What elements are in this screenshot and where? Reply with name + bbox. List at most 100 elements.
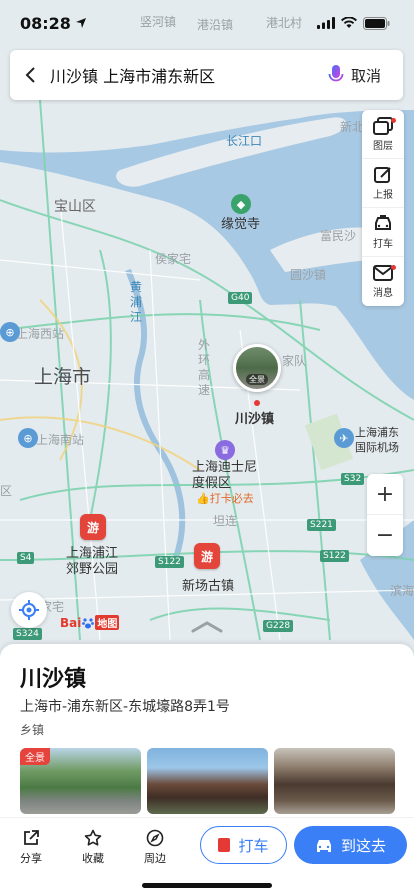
photo-thumbnail[interactable]: 全景 <box>20 748 141 814</box>
back-button[interactable] <box>10 50 50 100</box>
nearby-label: 周边 <box>144 852 166 865</box>
airport-icon[interactable]: ✈ <box>334 428 354 448</box>
cellular-signal-icon <box>317 17 335 29</box>
photo-thumbnail[interactable] <box>274 748 395 814</box>
search-bar[interactable]: 川沙镇 上海市浦东新区 取消 <box>10 50 403 100</box>
tool-report[interactable]: 上报 <box>362 159 404 208</box>
logo-text-bai: Bai <box>60 615 82 630</box>
road-badge: G40 <box>228 292 253 304</box>
temple-poi-icon[interactable]: ◆ <box>231 194 251 214</box>
map-label-tanlian: 坦连 <box>213 514 238 528</box>
compass-icon <box>146 829 164 847</box>
nearby-button[interactable]: 周边 <box>124 829 186 866</box>
map-label-shanghai: 上海市 <box>34 366 92 388</box>
tool-messages[interactable]: 消息 <box>362 257 404 306</box>
action-bar: 分享 收藏 周边 打车 到这去 <box>0 817 414 877</box>
travel-poi-icon[interactable]: 游 <box>80 514 106 540</box>
chevron-left-icon <box>25 67 35 83</box>
map-label-yuanjue: 缘觉寺 <box>221 217 261 232</box>
zoom-out-button[interactable]: − <box>367 515 403 556</box>
navigate-button-label: 到这去 <box>340 836 386 855</box>
location-arrow-icon <box>75 18 86 28</box>
road-badge: S221 <box>307 519 336 531</box>
zoom-control: + − <box>367 474 403 556</box>
park-poi-icon[interactable]: ♛ <box>215 440 235 460</box>
panorama-tag: 全景 <box>20 748 50 765</box>
map-tools-panel: 图层 上报 打车 消息 <box>362 110 404 306</box>
message-icon <box>373 265 393 281</box>
taxi-badge-icon <box>218 838 231 852</box>
tool-taxi[interactable]: 打车 <box>362 208 404 257</box>
cancel-button[interactable]: 取消 <box>351 65 403 86</box>
map-label-chuansha: 川沙镇 <box>235 412 275 427</box>
zoom-in-button[interactable]: + <box>367 474 403 515</box>
map-label-district: 区 <box>0 484 13 498</box>
layers-icon <box>373 116 393 135</box>
tool-taxi-label: 打车 <box>373 238 393 250</box>
map-label-huangpu: 黄浦江 <box>130 280 143 324</box>
voice-search-button[interactable] <box>321 64 351 86</box>
map-label-shanghai-west: 上海西站 <box>16 327 65 341</box>
logo-text-map: 地图 <box>95 615 120 630</box>
map-label-disney: 上海迪士尼度假区 <box>192 460 258 491</box>
map-label-binhai: 滨海 <box>390 584 414 598</box>
status-time-text: 08:28 <box>20 13 71 33</box>
taxi-icon <box>375 214 391 230</box>
panorama-marker[interactable]: 全景 <box>233 344 281 392</box>
taxi-button-label: 打车 <box>238 836 269 855</box>
share-label: 分享 <box>20 852 42 865</box>
locate-me-button[interactable] <box>11 592 47 628</box>
baidu-map-logo: Bai du 地图 <box>60 615 120 630</box>
sheet-drag-handle-icon[interactable] <box>190 620 224 634</box>
map-label-pujiang-park: 上海浦江郊野公园 <box>66 546 119 577</box>
map-label-outer-ring: 外环高速 <box>198 338 211 397</box>
status-bar: 08:28 <box>0 0 414 46</box>
map-label-shanghai-south: 上海南站 <box>36 433 85 447</box>
map-label-pudong-airport: 上海浦东国际机场 <box>355 426 399 454</box>
map-label-xinbei: 新北 <box>340 120 365 134</box>
wifi-icon <box>341 17 357 28</box>
tool-messages-label: 消息 <box>373 288 393 299</box>
place-address: 上海市-浦东新区-东城壕路8弄1号 <box>20 699 230 715</box>
share-icon <box>24 830 39 845</box>
location-pin-icon <box>254 400 260 406</box>
place-detail-sheet: 川沙镇 上海市-浦东新区-东城壕路8弄1号 乡镇 全景 分享 收藏 周边 打车 … <box>0 644 414 896</box>
train-station-icon[interactable]: ⊕ <box>18 428 38 448</box>
car-icon <box>316 840 331 852</box>
notification-dot <box>391 265 396 270</box>
notification-dot <box>391 118 396 123</box>
home-indicator <box>142 883 272 888</box>
photo-thumbnail[interactable] <box>147 748 268 814</box>
map-label-fumin: 富民沙 <box>320 229 357 243</box>
road-badge: S32 <box>341 473 365 485</box>
road-badge: S122 <box>320 550 349 562</box>
travel-poi-icon[interactable]: 游 <box>194 543 220 569</box>
tool-layers[interactable]: 图层 <box>362 110 404 159</box>
map-label-jiadui: 家队 <box>282 354 307 368</box>
tool-layers-label: 图层 <box>373 140 393 152</box>
search-query-field[interactable]: 川沙镇 上海市浦东新区 <box>50 63 321 87</box>
place-category: 乡镇 <box>20 723 45 737</box>
place-photos: 全景 <box>20 748 414 814</box>
road-badge: S4 <box>17 552 35 564</box>
battery-icon <box>363 16 390 30</box>
star-icon <box>84 829 102 846</box>
map-label-yuansha: 圆沙镇 <box>290 268 327 282</box>
locate-icon <box>19 600 39 620</box>
map-label-houjia: 侯家宅 <box>155 252 192 266</box>
road-badge: G228 <box>263 620 294 632</box>
map-label-baoshan: 宝山区 <box>54 199 96 215</box>
status-time: 08:28 <box>20 14 87 33</box>
road-badge: S122 <box>155 556 184 568</box>
taxi-button[interactable]: 打车 <box>200 826 287 864</box>
navigate-button[interactable]: 到这去 <box>294 826 407 864</box>
report-icon <box>374 166 391 183</box>
checkin-badge: 👍打卡必去 <box>196 492 254 505</box>
share-button[interactable]: 分享 <box>0 829 62 866</box>
favorite-label: 收藏 <box>82 852 104 865</box>
road-badge: S324 <box>13 628 42 640</box>
paw-logo-icon <box>82 617 95 628</box>
place-title: 川沙镇 <box>20 667 87 692</box>
favorite-button[interactable]: 收藏 <box>62 829 124 866</box>
map-label-xinchang: 新场古镇 <box>182 579 235 594</box>
